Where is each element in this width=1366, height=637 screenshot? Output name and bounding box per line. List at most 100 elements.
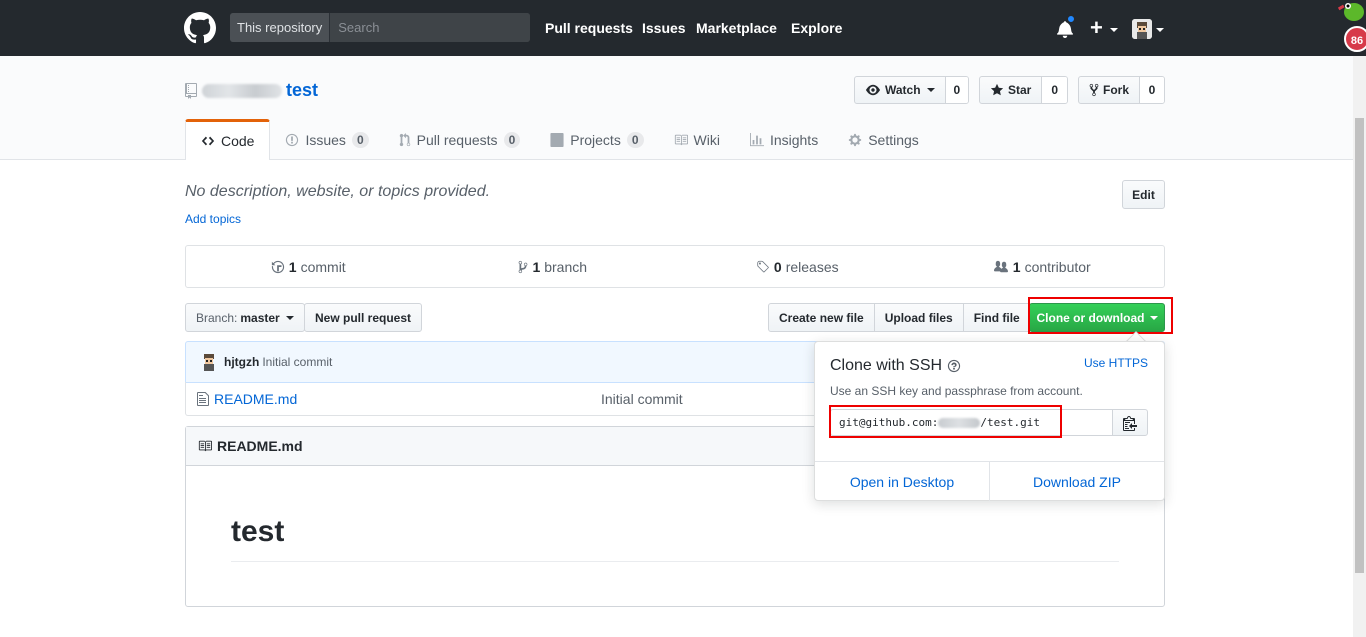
file-commit-message[interactable]: Initial commit [601,391,683,407]
contributors-count: 1 [1012,258,1021,275]
file-name[interactable]: README.md [214,391,297,407]
search-scope[interactable]: This repository [230,13,331,42]
project-icon [550,132,564,147]
chevron-down-icon [926,88,935,92]
nav-issues[interactable]: Issues [642,0,686,56]
chevron-down-icon[interactable] [1156,28,1164,32]
edit-button[interactable]: Edit [1122,180,1165,209]
tab-count: 0 [351,131,369,148]
tab-pull-requests[interactable]: Pull requests 0 [384,119,536,160]
highlight-box-url [829,405,1062,438]
file-link[interactable]: README.md [197,391,297,407]
star-button[interactable]: Star 0 [979,76,1068,104]
notification-dot [1066,14,1076,24]
add-topics-link[interactable]: Add topics [185,212,241,226]
nav-explore[interactable]: Explore [791,0,842,56]
file-icon [197,391,209,406]
nav-marketplace[interactable]: Marketplace [696,0,777,56]
branch-prefix: Branch: [196,310,238,325]
gear-icon [849,133,862,146]
chevron-down-icon[interactable] [1110,28,1118,32]
chevron-down-icon [285,315,294,320]
repo-tabs: Code Issues 0 Pull requests 0 Projects 0… [185,119,934,160]
question-icon[interactable] [947,359,961,373]
branches-link[interactable]: 1 branch [431,246,676,287]
clone-title: Clone with SSH [830,357,961,375]
use-https-link[interactable]: Use HTTPS [1084,356,1148,370]
create-new-file-button[interactable]: Create new file [769,304,874,331]
clone-actions: Open in Desktop Download ZIP [815,461,1164,501]
tab-count: 0 [503,131,521,148]
fork-label: Fork [1103,83,1130,97]
star-count[interactable]: 0 [1041,77,1067,103]
page-scrollbar[interactable] [1353,56,1366,637]
repo-name-link[interactable]: test [286,80,318,101]
branches-label: branch [544,258,588,275]
tab-label: Issues [305,131,346,148]
plus-icon[interactable]: + [1090,16,1103,40]
tab-label: Insights [769,131,819,148]
avatar[interactable] [1132,19,1152,39]
upload-files-button[interactable]: Upload files [873,304,963,331]
copy-to-clipboard-button[interactable] [1112,409,1148,436]
pull-request-icon [399,132,410,146]
search-bar: This repository Search [230,13,530,42]
star-label: Star [1008,83,1032,97]
repo-summary: 1 commit 1 branch 0 releases 1 contribut… [185,245,1165,288]
repo-title: test [184,80,318,101]
contributors-link[interactable]: 1 contributor [920,246,1165,287]
tab-label: Settings [868,131,919,148]
tab-wiki[interactable]: Wiki [659,119,735,160]
people-icon [993,260,1008,272]
issue-icon [286,133,299,146]
releases-link[interactable]: 0 releases [675,246,920,287]
new-pr-label: New pull request [315,310,412,325]
open-in-desktop-button[interactable]: Open in Desktop [815,462,990,501]
divider [231,561,1119,562]
tab-insights[interactable]: Insights [735,119,833,160]
scrollbar-thumb[interactable] [1355,118,1364,573]
highlight-box-clone [1028,297,1173,334]
code-icon [201,136,215,146]
tab-projects[interactable]: Projects 0 [535,119,658,160]
commits-label: commit [300,258,346,275]
nav-pull-requests[interactable]: Pull requests [545,0,633,56]
releases-count: 0 [773,258,782,275]
branch-select-button[interactable]: Branch: master [185,303,305,332]
tab-label: Code [221,133,255,149]
branch-name: master [240,310,280,325]
tab-settings[interactable]: Settings [833,119,934,160]
tab-issues[interactable]: Issues 0 [270,119,383,160]
search-input[interactable]: Search [330,13,530,42]
tab-label: Pull requests [416,131,498,148]
find-file-button[interactable]: Find file [962,304,1030,331]
repo-owner-redacted[interactable] [202,83,282,98]
book-icon [198,440,212,452]
watch-button[interactable]: Watch 0 [854,76,969,104]
branches-count: 1 [532,258,541,275]
github-logo-icon[interactable] [184,12,216,44]
tab-code[interactable]: Code [185,119,271,160]
watch-label: Watch [885,83,921,97]
commit-author[interactable]: hjtgzh [224,355,259,369]
extension-bug-icon[interactable] [1338,0,1366,30]
readme-filename: README.md [217,438,303,454]
avatar[interactable] [200,353,218,371]
new-pull-request-button[interactable]: New pull request [304,303,423,332]
download-zip-button[interactable]: Download ZIP [990,462,1164,501]
clone-subtitle: Use an SSH key and passphrase from accou… [830,384,1083,398]
tab-count: 0 [626,131,644,148]
repo-description: No description, website, or topics provi… [185,183,491,200]
fork-count[interactable]: 0 [1139,77,1164,103]
commits-link[interactable]: 1 commit [186,246,431,287]
star-icon [990,83,1004,96]
global-header: This repository Search Pull requests Iss… [0,0,1366,56]
fork-icon [1089,83,1099,97]
notification-count-badge[interactable]: 86 [1344,26,1366,52]
fork-button[interactable]: Fork 0 [1078,76,1165,104]
eye-icon [866,84,880,96]
watch-count[interactable]: 0 [944,77,968,103]
tag-icon [757,260,769,272]
commit-message[interactable]: Initial commit [262,355,332,369]
history-icon [271,260,284,273]
